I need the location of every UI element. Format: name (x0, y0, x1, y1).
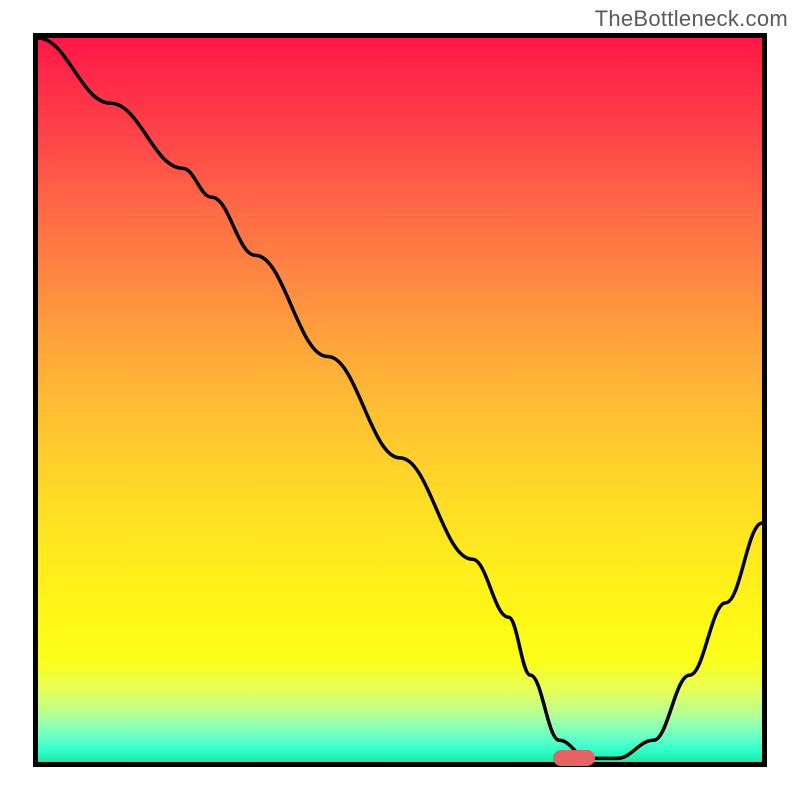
curve-line (38, 38, 762, 762)
watermark-label: TheBottleneck.com (595, 6, 788, 32)
optimum-marker (553, 750, 595, 766)
chart-container: TheBottleneck.com (0, 0, 800, 800)
chart-frame (33, 33, 767, 767)
plot-area (38, 38, 762, 762)
